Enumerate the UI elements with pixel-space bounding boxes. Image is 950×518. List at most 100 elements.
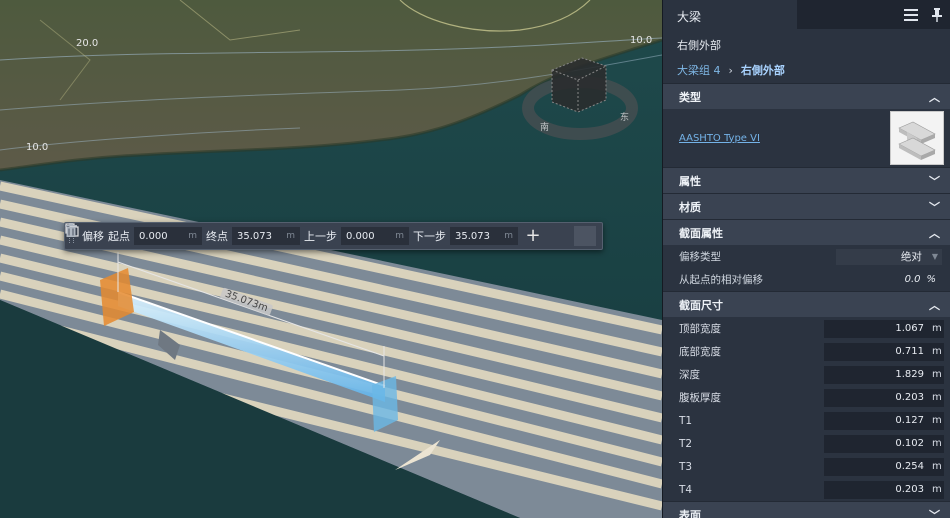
dim-label: 底部宽度 bbox=[679, 346, 721, 358]
offset-type-row: 偏移类型 绝对 ▼ bbox=[663, 245, 950, 268]
dim-label: 腹板厚度 bbox=[679, 392, 721, 404]
relative-offset-field[interactable]: 0.0% bbox=[905, 274, 936, 285]
delete-button[interactable] bbox=[65, 223, 596, 246]
section-next-header[interactable]: 表面 ﹀ bbox=[663, 501, 950, 518]
dim-row-depth: 深度 1.829 m bbox=[663, 363, 950, 386]
offset-toolbar: 偏移 起点 0.000 m 终点 35.073 m 上一步 0.000 m 下一… bbox=[64, 222, 603, 250]
unit-label: m bbox=[286, 231, 295, 241]
chevron-up-icon: ︿ bbox=[929, 90, 940, 104]
panel-subtitle: 右側外部 bbox=[677, 39, 721, 52]
dim-input[interactable]: 0.254 m bbox=[824, 457, 944, 476]
relative-offset-row: 从起点的相对偏移 0.0% bbox=[663, 268, 950, 291]
contour-label: 10.0 bbox=[26, 142, 49, 153]
unit-label: m bbox=[504, 231, 513, 241]
end-input[interactable]: 35.073 m bbox=[232, 227, 300, 245]
chevron-right-icon: › bbox=[728, 63, 733, 77]
section-title: 类型 bbox=[679, 90, 701, 104]
dim-input[interactable]: 0.203 m bbox=[824, 388, 944, 407]
dim-input[interactable]: 1.829 m bbox=[824, 365, 944, 384]
prev-step-value: 0.000 bbox=[346, 230, 375, 242]
nav-cube[interactable]: 南 东 bbox=[522, 52, 638, 142]
dim-label: 顶部宽度 bbox=[679, 323, 721, 335]
dim-value: 0.102 bbox=[895, 438, 924, 449]
type-row: AASHTO Type VI bbox=[663, 109, 950, 167]
dim-row-t1: T1 0.127 m bbox=[663, 409, 950, 432]
pin-button[interactable] bbox=[924, 0, 950, 29]
dim-value: 0.203 bbox=[895, 484, 924, 495]
dim-unit: m bbox=[932, 369, 942, 380]
dim-input[interactable]: 0.711 m bbox=[824, 342, 944, 361]
dim-row-top-width: 顶部宽度 1.067 m bbox=[663, 317, 950, 340]
properties-panel: 大梁 右側外部 大梁组 4 › 右側外部 类型 ︿ AASHTO Type VI… bbox=[662, 0, 950, 518]
dim-value: 1.067 bbox=[895, 323, 924, 334]
section-title: 材质 bbox=[679, 200, 701, 214]
prev-step-input[interactable]: 0.000 m bbox=[341, 227, 409, 245]
chevron-up-icon: ︿ bbox=[929, 298, 940, 312]
prev-step-label: 上一步 bbox=[304, 230, 337, 243]
offset-type-select[interactable]: 绝对 ▼ bbox=[836, 248, 942, 265]
offset-label: 偏移 bbox=[82, 230, 104, 243]
section-title: 截面属性 bbox=[679, 226, 723, 240]
end-label: 终点 bbox=[206, 230, 228, 243]
dim-value: 0.254 bbox=[895, 461, 924, 472]
breadcrumb-parent[interactable]: 大梁组 4 bbox=[677, 62, 721, 78]
dimensions-list: 顶部宽度 1.067 m 底部宽度 0.711 m 深度 1.829 m 腹板厚度 0… bbox=[663, 317, 950, 501]
offset-type-label: 偏移类型 bbox=[679, 251, 721, 263]
dim-value: 0.127 bbox=[895, 415, 924, 426]
dim-row-web-thickness: 腹板厚度 0.203 m bbox=[663, 386, 950, 409]
dim-value: 0.203 bbox=[895, 392, 924, 403]
dim-row-t2: T2 0.102 m bbox=[663, 432, 950, 455]
end-value: 35.073 bbox=[237, 230, 272, 242]
dim-unit: m bbox=[932, 392, 942, 403]
dim-row-t3: T3 0.254 m bbox=[663, 455, 950, 478]
contour-label: 10.0 bbox=[630, 35, 653, 46]
relative-offset-value: 0.0 bbox=[904, 274, 921, 285]
dim-unit: m bbox=[932, 415, 942, 426]
pin-icon bbox=[932, 7, 942, 22]
dim-label: T1 bbox=[679, 414, 693, 427]
unit-label: m bbox=[395, 231, 404, 241]
nav-cube-east[interactable]: 东 bbox=[620, 110, 629, 123]
start-value: 0.000 bbox=[139, 230, 168, 242]
3d-viewport[interactable]: 20.0 10.0 10.0 35.073 m 南 东 偏移 起点 0.000 m… bbox=[0, 0, 662, 518]
dim-unit: m bbox=[932, 323, 942, 334]
nav-cube-south[interactable]: 南 bbox=[540, 120, 549, 133]
dim-unit: m bbox=[932, 346, 942, 357]
dim-input[interactable]: 0.127 m bbox=[824, 411, 944, 430]
dim-value: 0.711 bbox=[895, 346, 924, 357]
section-dims-header[interactable]: 截面尺寸 ︿ bbox=[663, 291, 950, 317]
girder-thumbnail[interactable] bbox=[890, 111, 944, 165]
breadcrumb: 大梁组 4 › 右側外部 bbox=[663, 57, 950, 83]
dim-unit: m bbox=[932, 484, 942, 495]
i-girder-icon bbox=[898, 121, 936, 160]
type-link[interactable]: AASHTO Type VI bbox=[679, 133, 760, 144]
dim-row-bottom-width: 底部宽度 0.711 m bbox=[663, 340, 950, 363]
section-section-props-header[interactable]: 截面属性 ︿ bbox=[663, 219, 950, 245]
dim-label: 深度 bbox=[679, 369, 700, 381]
start-label: 起点 bbox=[108, 230, 130, 243]
section-properties-header[interactable]: 属性 ﹀ bbox=[663, 167, 950, 193]
add-button[interactable]: + bbox=[522, 226, 544, 246]
section-title: 截面尺寸 bbox=[679, 298, 723, 312]
dim-input[interactable]: 1.067 m bbox=[824, 319, 944, 338]
dim-row-t4: T4 0.203 m bbox=[663, 478, 950, 501]
section-material-header[interactable]: 材质 ﹀ bbox=[663, 193, 950, 219]
chevron-up-icon: ︿ bbox=[929, 226, 940, 240]
offset-type-value: 绝对 bbox=[900, 251, 922, 263]
dim-input[interactable]: 0.203 m bbox=[824, 480, 944, 499]
chevron-down-icon: ﹀ bbox=[929, 508, 940, 518]
copy-button[interactable] bbox=[65, 223, 570, 246]
dim-label: T4 bbox=[679, 483, 693, 496]
dim-unit: m bbox=[932, 461, 942, 472]
menu-button[interactable] bbox=[898, 0, 924, 29]
start-input[interactable]: 0.000 m bbox=[134, 227, 202, 245]
chevron-down-icon: ﹀ bbox=[929, 174, 940, 188]
section-title: 属性 bbox=[679, 174, 701, 188]
tab-girder[interactable]: 大梁 bbox=[663, 0, 797, 29]
dim-input[interactable]: 0.102 m bbox=[824, 434, 944, 453]
next-step-value: 35.073 bbox=[455, 230, 490, 242]
next-step-input[interactable]: 35.073 m bbox=[450, 227, 518, 245]
section-type-header[interactable]: 类型 ︿ bbox=[663, 83, 950, 109]
trash-icon bbox=[65, 223, 77, 237]
dim-label: T3 bbox=[679, 460, 693, 473]
